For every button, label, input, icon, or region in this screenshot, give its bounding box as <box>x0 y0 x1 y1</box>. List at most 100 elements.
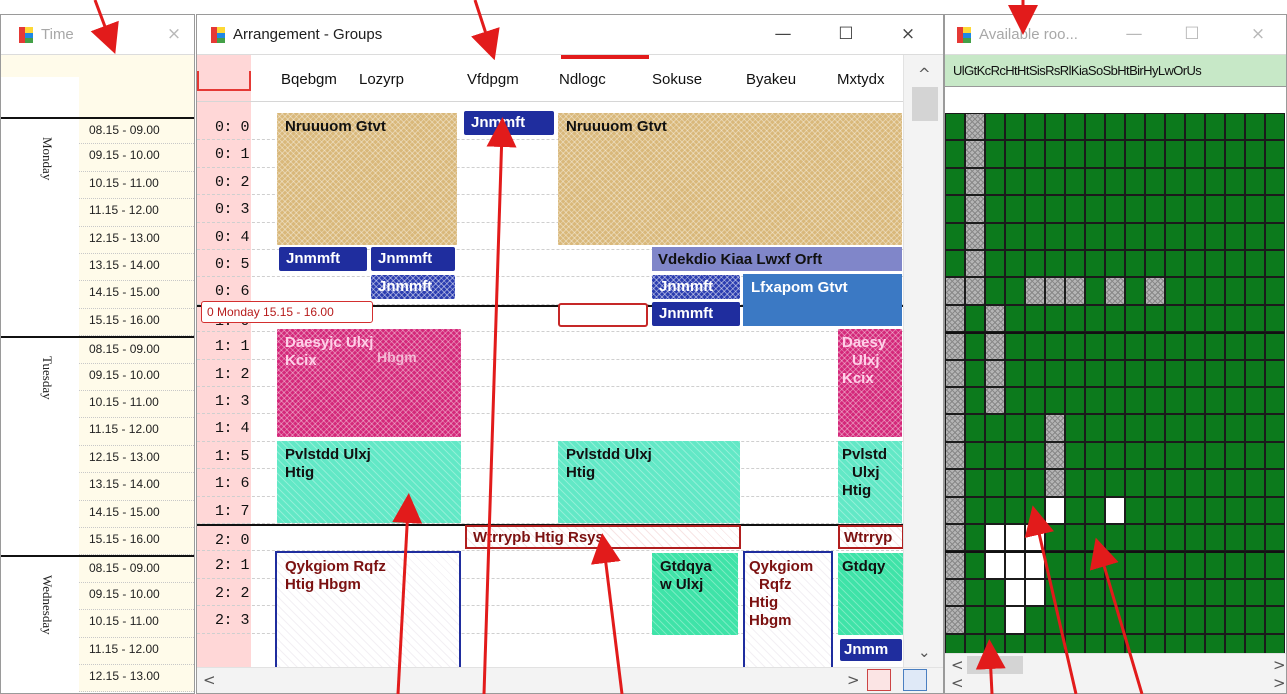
room-cell[interactable] <box>1145 195 1165 223</box>
room-cell[interactable] <box>1025 606 1045 634</box>
room-cell[interactable] <box>1165 524 1185 552</box>
room-cell[interactable] <box>1125 496 1145 524</box>
room-cell[interactable] <box>1105 277 1125 305</box>
room-cell[interactable] <box>1085 606 1105 634</box>
room-cell[interactable] <box>1245 414 1265 442</box>
scroll-thumb[interactable] <box>967 656 1023 674</box>
room-cell[interactable] <box>1225 304 1245 333</box>
room-cell[interactable] <box>1025 441 1045 470</box>
room-cell[interactable] <box>1085 140 1105 168</box>
room-cell[interactable] <box>1045 524 1065 552</box>
room-cell[interactable] <box>1265 167 1285 196</box>
room-cell[interactable] <box>1265 359 1285 387</box>
room-cell[interactable] <box>1245 250 1265 278</box>
room-cell[interactable] <box>1005 387 1025 415</box>
time-slot[interactable]: 09.15 - 10.00 <box>79 144 194 172</box>
room-cell[interactable] <box>1245 195 1265 223</box>
room-cell[interactable] <box>1145 167 1165 196</box>
room-cell[interactable] <box>1105 414 1125 442</box>
room-cell[interactable] <box>945 250 965 278</box>
swap-tool-icon[interactable] <box>903 669 927 691</box>
room-cell[interactable] <box>1065 387 1085 415</box>
room-cell[interactable] <box>1025 277 1045 305</box>
column-header-sokuse[interactable]: Sokuse <box>652 71 702 88</box>
time-slot[interactable]: 15.15 - 16.00 <box>79 308 194 337</box>
room-cell[interactable] <box>1165 304 1185 333</box>
room-cell[interactable] <box>965 469 985 497</box>
room-cell[interactable] <box>1005 304 1025 333</box>
room-cell[interactable] <box>1225 551 1245 579</box>
room-cell[interactable] <box>1205 359 1225 387</box>
room-cell[interactable] <box>945 578 965 607</box>
room-cell[interactable] <box>1205 140 1225 168</box>
room-cell[interactable] <box>1145 359 1165 387</box>
column-header-lozyrp[interactable]: Lozyrp <box>359 71 404 88</box>
room-cell[interactable] <box>1025 524 1045 552</box>
room-cell[interactable] <box>945 441 965 470</box>
room-cell[interactable] <box>945 304 965 333</box>
room-cell[interactable] <box>1245 359 1265 387</box>
minimize-icon[interactable]: — <box>772 23 794 45</box>
scroll-down-icon[interactable]: ⌄ <box>918 643 931 661</box>
room-cell[interactable] <box>1225 277 1245 305</box>
room-cell[interactable] <box>1265 277 1285 305</box>
room-cell[interactable] <box>1085 277 1105 305</box>
room-cell[interactable] <box>1185 551 1205 579</box>
scroll-up-icon[interactable]: ^ <box>918 65 931 83</box>
room-cell[interactable] <box>965 222 985 250</box>
lesson-block[interactable]: Nruuuom Gtvt <box>558 113 902 245</box>
room-cell[interactable] <box>1085 387 1105 415</box>
lesson-block[interactable]: Jnmmft <box>652 302 740 326</box>
room-cell[interactable] <box>1205 441 1225 470</box>
time-slot[interactable]: 11.15 - 12.00 <box>79 199 194 227</box>
room-cell[interactable] <box>1165 359 1185 387</box>
room-cell[interactable] <box>965 414 985 442</box>
room-cell[interactable] <box>1045 359 1065 387</box>
room-cell[interactable] <box>985 496 1005 524</box>
room-cell[interactable] <box>1185 387 1205 415</box>
room-cell[interactable] <box>1145 387 1165 415</box>
room-cell[interactable] <box>945 332 965 360</box>
lesson-block[interactable]: Qykgiom Rqfz Htig Hbgm <box>743 551 833 675</box>
room-cell[interactable] <box>1025 304 1045 333</box>
room-cell[interactable] <box>1245 524 1265 552</box>
room-cell[interactable] <box>1085 195 1105 223</box>
room-cell[interactable] <box>1145 496 1165 524</box>
room-cell[interactable] <box>1265 387 1285 415</box>
room-cell[interactable] <box>1225 195 1245 223</box>
room-cell[interactable] <box>985 578 1005 607</box>
room-cell[interactable] <box>1085 469 1105 497</box>
room-cell[interactable] <box>1265 414 1285 442</box>
time-slot[interactable]: 13.15 - 14.00 <box>79 473 194 501</box>
room-cell[interactable] <box>1265 250 1285 278</box>
room-cell[interactable] <box>1085 578 1105 607</box>
room-cell[interactable] <box>1165 606 1185 634</box>
room-cell[interactable] <box>1125 304 1145 333</box>
room-cell[interactable] <box>1085 332 1105 360</box>
room-cell[interactable] <box>965 359 985 387</box>
room-cell[interactable] <box>1005 441 1025 470</box>
room-cell[interactable] <box>1125 359 1145 387</box>
room-cell[interactable] <box>985 195 1005 223</box>
time-slot[interactable]: 14.15 - 15.00 <box>79 281 194 309</box>
room-cell[interactable] <box>1105 140 1125 168</box>
room-cell[interactable] <box>985 304 1005 333</box>
room-cell[interactable] <box>1145 551 1165 579</box>
room-cell[interactable] <box>1165 167 1185 196</box>
room-cell[interactable] <box>1065 140 1085 168</box>
room-cell[interactable] <box>945 524 965 552</box>
room-cell[interactable] <box>1185 578 1205 607</box>
room-cell[interactable] <box>1225 441 1245 470</box>
room-cell[interactable] <box>1245 304 1265 333</box>
lesson-block[interactable]: Daesy Ulxj Kcix <box>838 329 902 437</box>
time-slot[interactable]: 10.15 - 11.00 <box>79 171 194 200</box>
room-cell[interactable] <box>1185 304 1205 333</box>
room-cell[interactable] <box>1265 578 1285 607</box>
room-cell[interactable] <box>945 195 965 223</box>
room-cell[interactable] <box>1105 167 1125 196</box>
room-cell[interactable] <box>1165 250 1185 278</box>
room-cell[interactable] <box>1045 167 1065 196</box>
lesson-block[interactable]: Wtrrypb Htig Rsys <box>465 525 741 549</box>
room-cell[interactable] <box>1225 167 1245 196</box>
room-cell[interactable] <box>1205 304 1225 333</box>
